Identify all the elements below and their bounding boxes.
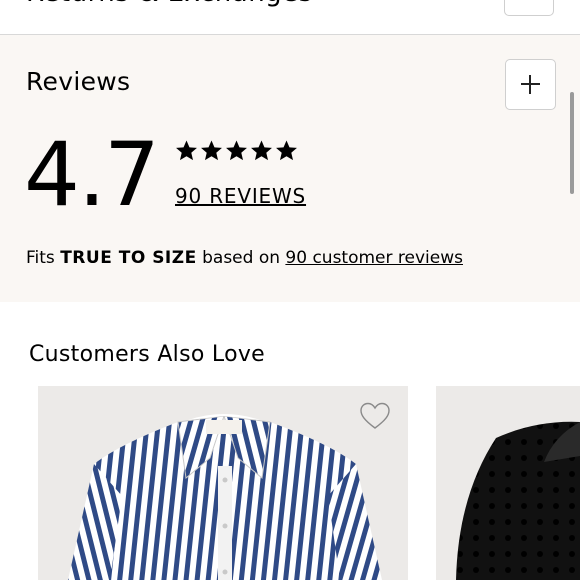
fit-middle: based on xyxy=(196,248,286,268)
star-icon xyxy=(226,140,247,161)
star-icon xyxy=(251,140,272,161)
reviews-count-link[interactable]: 90 REVIEWS xyxy=(175,184,306,208)
fit-summary: Fits TRUE TO SIZE based on 90 customer r… xyxy=(26,248,463,268)
star-rating xyxy=(175,139,298,162)
product-image xyxy=(68,414,382,580)
star-icon xyxy=(276,140,297,161)
reviews-section: Reviews 4.7 90 REVIEWS Fits TRUE TO SIZE… xyxy=(0,35,580,302)
star-icon xyxy=(201,140,222,161)
reviews-title: Reviews xyxy=(26,67,131,96)
reviews-expand-button[interactable] xyxy=(505,59,556,110)
fit-label: TRUE TO SIZE xyxy=(60,248,197,268)
product-card[interactable] xyxy=(38,386,408,580)
product-card[interactable] xyxy=(436,386,580,580)
average-rating: 4.7 xyxy=(24,123,160,226)
heart-icon[interactable] xyxy=(360,402,390,430)
scrollbar[interactable] xyxy=(570,92,574,194)
customer-reviews-link[interactable]: 90 customer reviews xyxy=(285,248,463,268)
fit-prefix: Fits xyxy=(26,248,61,268)
product-image xyxy=(456,421,580,580)
returns-exchanges-title: Returns & Exchanges xyxy=(26,0,313,8)
star-icon xyxy=(176,140,197,161)
customers-also-love-title: Customers Also Love xyxy=(29,342,265,367)
returns-exchanges-section[interactable]: Returns & Exchanges xyxy=(0,0,580,35)
returns-expand-button[interactable] xyxy=(504,0,554,16)
